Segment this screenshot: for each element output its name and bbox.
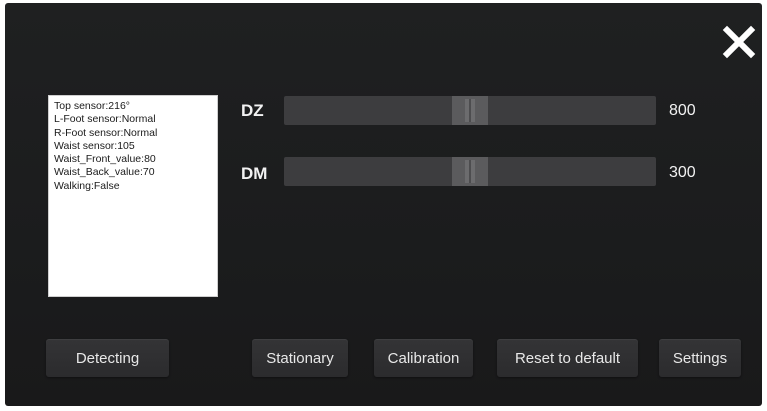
status-line-right-foot-sensor: R-Foot sensor:Normal: [54, 126, 158, 139]
dm-slider-label: DM: [241, 164, 268, 183]
status-line-waist-sensor: Waist sensor:105: [54, 139, 135, 152]
stationary-button[interactable]: Stationary: [252, 339, 348, 377]
close-icon: [722, 25, 756, 59]
detecting-button[interactable]: Detecting: [46, 339, 169, 377]
dm-slider-value: 300: [669, 164, 696, 181]
sensor-settings-window: Top sensor:216° L-Foot sensor:Normal R-F…: [5, 3, 762, 406]
calibration-button[interactable]: Calibration: [374, 339, 473, 377]
status-line-waist-front-value: Waist_Front_value:80: [54, 153, 156, 166]
status-line-walking: Walking:False: [54, 179, 120, 192]
status-line-waist-back-value: Waist_Back_value:70: [54, 166, 155, 179]
dz-slider-thumb[interactable]: [452, 96, 488, 125]
status-line-top-sensor: Top sensor:216°: [54, 100, 130, 112]
status-line-left-foot-sensor: L-Foot sensor:Normal: [54, 113, 156, 126]
dz-slider-label: DZ: [241, 101, 264, 120]
settings-button[interactable]: Settings: [659, 339, 741, 377]
reset-to-default-button[interactable]: Reset to default: [497, 339, 638, 377]
dm-slider[interactable]: [284, 157, 656, 186]
close-button[interactable]: [722, 25, 756, 59]
sensor-status-panel: Top sensor:216° L-Foot sensor:Normal R-F…: [48, 95, 218, 297]
dm-slider-thumb[interactable]: [452, 157, 488, 186]
dz-slider-value: 800: [669, 102, 696, 119]
dz-slider[interactable]: [284, 96, 656, 125]
